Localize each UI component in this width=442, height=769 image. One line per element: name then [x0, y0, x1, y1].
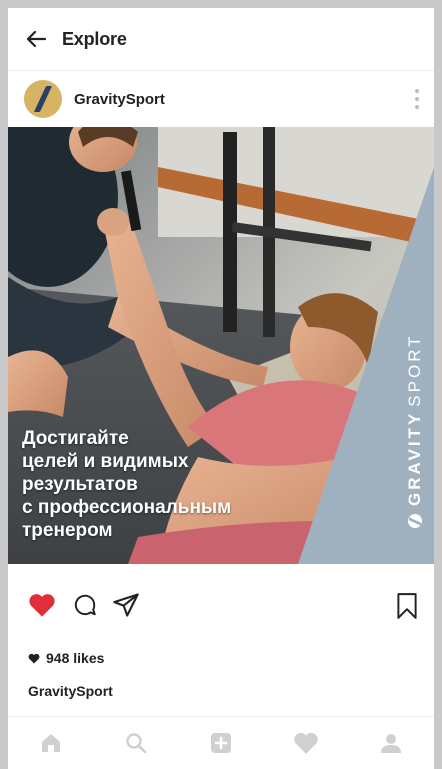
caption-line: тренером	[22, 520, 113, 541]
avatar[interactable]	[24, 80, 62, 118]
page-title: Explore	[62, 28, 127, 49]
post-username[interactable]: GravitySport	[74, 91, 165, 108]
bookmark-icon[interactable]	[396, 592, 418, 620]
likes-text: 948 likes	[46, 650, 105, 666]
activity-heart-icon	[294, 732, 318, 754]
caption-line: с профессиональным	[22, 497, 232, 518]
post-header: GravitySport	[8, 71, 434, 127]
brand-light: SPORT	[405, 333, 424, 407]
home-icon	[41, 734, 60, 752]
nav-add[interactable]	[201, 723, 241, 763]
paper-plane-icon[interactable]	[112, 592, 140, 618]
comment-icon[interactable]	[72, 592, 98, 618]
post-image[interactable]: Достигайте целей и видимых результатов с…	[8, 127, 434, 564]
nav-profile[interactable]	[371, 723, 411, 763]
nav-activity[interactable]	[286, 723, 326, 763]
nav-search[interactable]	[116, 723, 156, 763]
brand-logo-icon	[408, 514, 422, 528]
more-vertical-icon[interactable]	[414, 89, 420, 109]
profile-icon	[381, 734, 402, 753]
bottom-nav	[8, 716, 434, 769]
brand-wordmark: GRAVITY SPORT	[402, 318, 428, 528]
app-frame: Explore GravitySport Достигайте целей и …	[8, 8, 434, 769]
top-bar: Explore	[8, 8, 434, 71]
post-owner[interactable]: GravitySport	[28, 683, 113, 699]
search-icon	[126, 733, 147, 754]
small-heart-icon	[28, 653, 40, 663]
caption-line: Достигайте	[22, 428, 129, 449]
heart-filled-icon[interactable]	[28, 592, 56, 618]
nav-home[interactable]	[31, 723, 71, 763]
brand-logo	[33, 86, 53, 112]
image-caption: Достигайте целей и видимых результатов с…	[22, 427, 282, 542]
brand-bold: GRAVITY	[405, 410, 424, 506]
caption-line: целей и видимых	[22, 451, 189, 472]
post-actions: 948 likes GravitySport	[8, 564, 434, 699]
arrow-left-icon[interactable]	[24, 27, 48, 51]
add-icon	[210, 733, 231, 753]
caption-line: результатов	[22, 474, 138, 495]
like-count[interactable]: 948 likes	[28, 650, 104, 666]
